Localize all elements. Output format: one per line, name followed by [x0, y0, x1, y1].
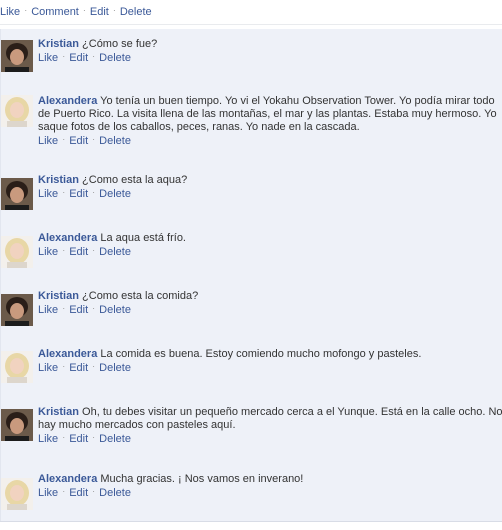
- separator-dot: ·: [92, 187, 96, 197]
- separator-dot: ·: [92, 303, 96, 313]
- comment-delete-link[interactable]: Delete: [99, 52, 131, 64]
- separator-dot: ·: [92, 51, 96, 61]
- alexandera-avatar[interactable]: [1, 351, 33, 383]
- comment-like-link[interactable]: Like: [38, 135, 58, 147]
- comment-text: ¿Como esta la aqua?: [82, 174, 188, 186]
- kristian-avatar[interactable]: [1, 40, 33, 72]
- post-actions-bar: Like · Comment · Edit · Delete: [0, 0, 502, 25]
- comment-author[interactable]: Kristian: [38, 38, 79, 50]
- comment-delete-link[interactable]: Delete: [99, 135, 131, 147]
- separator-dot: ·: [62, 134, 66, 144]
- post-comment-link[interactable]: Comment: [31, 6, 79, 18]
- comment-author[interactable]: Kristian: [38, 406, 79, 418]
- comment-text: ¿Como esta la comida?: [82, 290, 199, 302]
- separator-dot: ·: [62, 245, 66, 255]
- separator-dot: ·: [62, 432, 66, 442]
- comment-author[interactable]: Alexandera: [38, 95, 97, 107]
- comment-like-link[interactable]: Like: [38, 433, 58, 445]
- separator-dot: ·: [82, 5, 86, 15]
- comment-edit-link[interactable]: Edit: [69, 487, 88, 499]
- kristian-avatar[interactable]: [1, 178, 33, 210]
- comment-like-link[interactable]: Like: [38, 52, 58, 64]
- comment-delete-link[interactable]: Delete: [99, 487, 131, 499]
- comment-author[interactable]: Kristian: [38, 174, 79, 186]
- alexandera-avatar[interactable]: [1, 95, 33, 127]
- separator-dot: ·: [24, 5, 28, 15]
- separator-dot: ·: [62, 51, 66, 61]
- comment-like-link[interactable]: Like: [38, 246, 58, 258]
- comment-delete-link[interactable]: Delete: [99, 433, 131, 445]
- separator-dot: ·: [62, 486, 66, 496]
- kristian-avatar[interactable]: [1, 409, 33, 441]
- comment-delete-link[interactable]: Delete: [99, 304, 131, 316]
- comment-delete-link[interactable]: Delete: [99, 246, 131, 258]
- comment-author[interactable]: Alexandera: [38, 348, 97, 360]
- comment-text: La comida es buena. Estoy comiendo mucho…: [100, 348, 422, 360]
- comment-like-link[interactable]: Like: [38, 362, 58, 374]
- separator-dot: ·: [92, 486, 96, 496]
- comment-edit-link[interactable]: Edit: [69, 188, 88, 200]
- separator-dot: ·: [92, 361, 96, 371]
- comment-edit-link[interactable]: Edit: [69, 52, 88, 64]
- comment-author[interactable]: Alexandera: [38, 232, 97, 244]
- comment-text: Yo tenía un buen tiempo. Yo vi el Yokahu…: [38, 95, 497, 133]
- comments-list: Kristian ¿Cómo se fue? Like · Edit · Delete …: [0, 29, 502, 521]
- comment-like-link[interactable]: Like: [38, 304, 58, 316]
- comment-text: La aqua está frío.: [100, 232, 186, 244]
- post-delete-link[interactable]: Delete: [120, 6, 152, 18]
- comment-text: Mucha gracias. ¡ Nos vamos en inverano!: [100, 473, 304, 485]
- comment-edit-link[interactable]: Edit: [69, 246, 88, 258]
- separator-dot: ·: [92, 432, 96, 442]
- alexandera-avatar[interactable]: [1, 478, 33, 510]
- post-edit-link[interactable]: Edit: [90, 6, 109, 18]
- kristian-avatar[interactable]: [1, 294, 33, 326]
- comment-edit-link[interactable]: Edit: [69, 362, 88, 374]
- comment-text: Oh, tu debes visitar un pequeño mercado …: [38, 406, 502, 431]
- comment-edit-link[interactable]: Edit: [69, 433, 88, 445]
- comment-text: ¿Cómo se fue?: [82, 38, 158, 50]
- comment-like-link[interactable]: Like: [38, 487, 58, 499]
- separator-dot: ·: [62, 187, 66, 197]
- separator-dot: ·: [92, 134, 96, 144]
- comment-like-link[interactable]: Like: [38, 188, 58, 200]
- comment-edit-link[interactable]: Edit: [69, 135, 88, 147]
- separator-dot: ·: [62, 303, 66, 313]
- comment-edit-link[interactable]: Edit: [69, 304, 88, 316]
- comment-author[interactable]: Kristian: [38, 290, 79, 302]
- separator-dot: ·: [62, 361, 66, 371]
- separator-dot: ·: [112, 5, 116, 15]
- comment-delete-link[interactable]: Delete: [99, 362, 131, 374]
- post-like-link[interactable]: Like: [0, 6, 20, 18]
- separator-dot: ·: [92, 245, 96, 255]
- comment-author[interactable]: Alexandera: [38, 473, 97, 485]
- alexandera-avatar[interactable]: [1, 236, 33, 268]
- comment-delete-link[interactable]: Delete: [99, 188, 131, 200]
